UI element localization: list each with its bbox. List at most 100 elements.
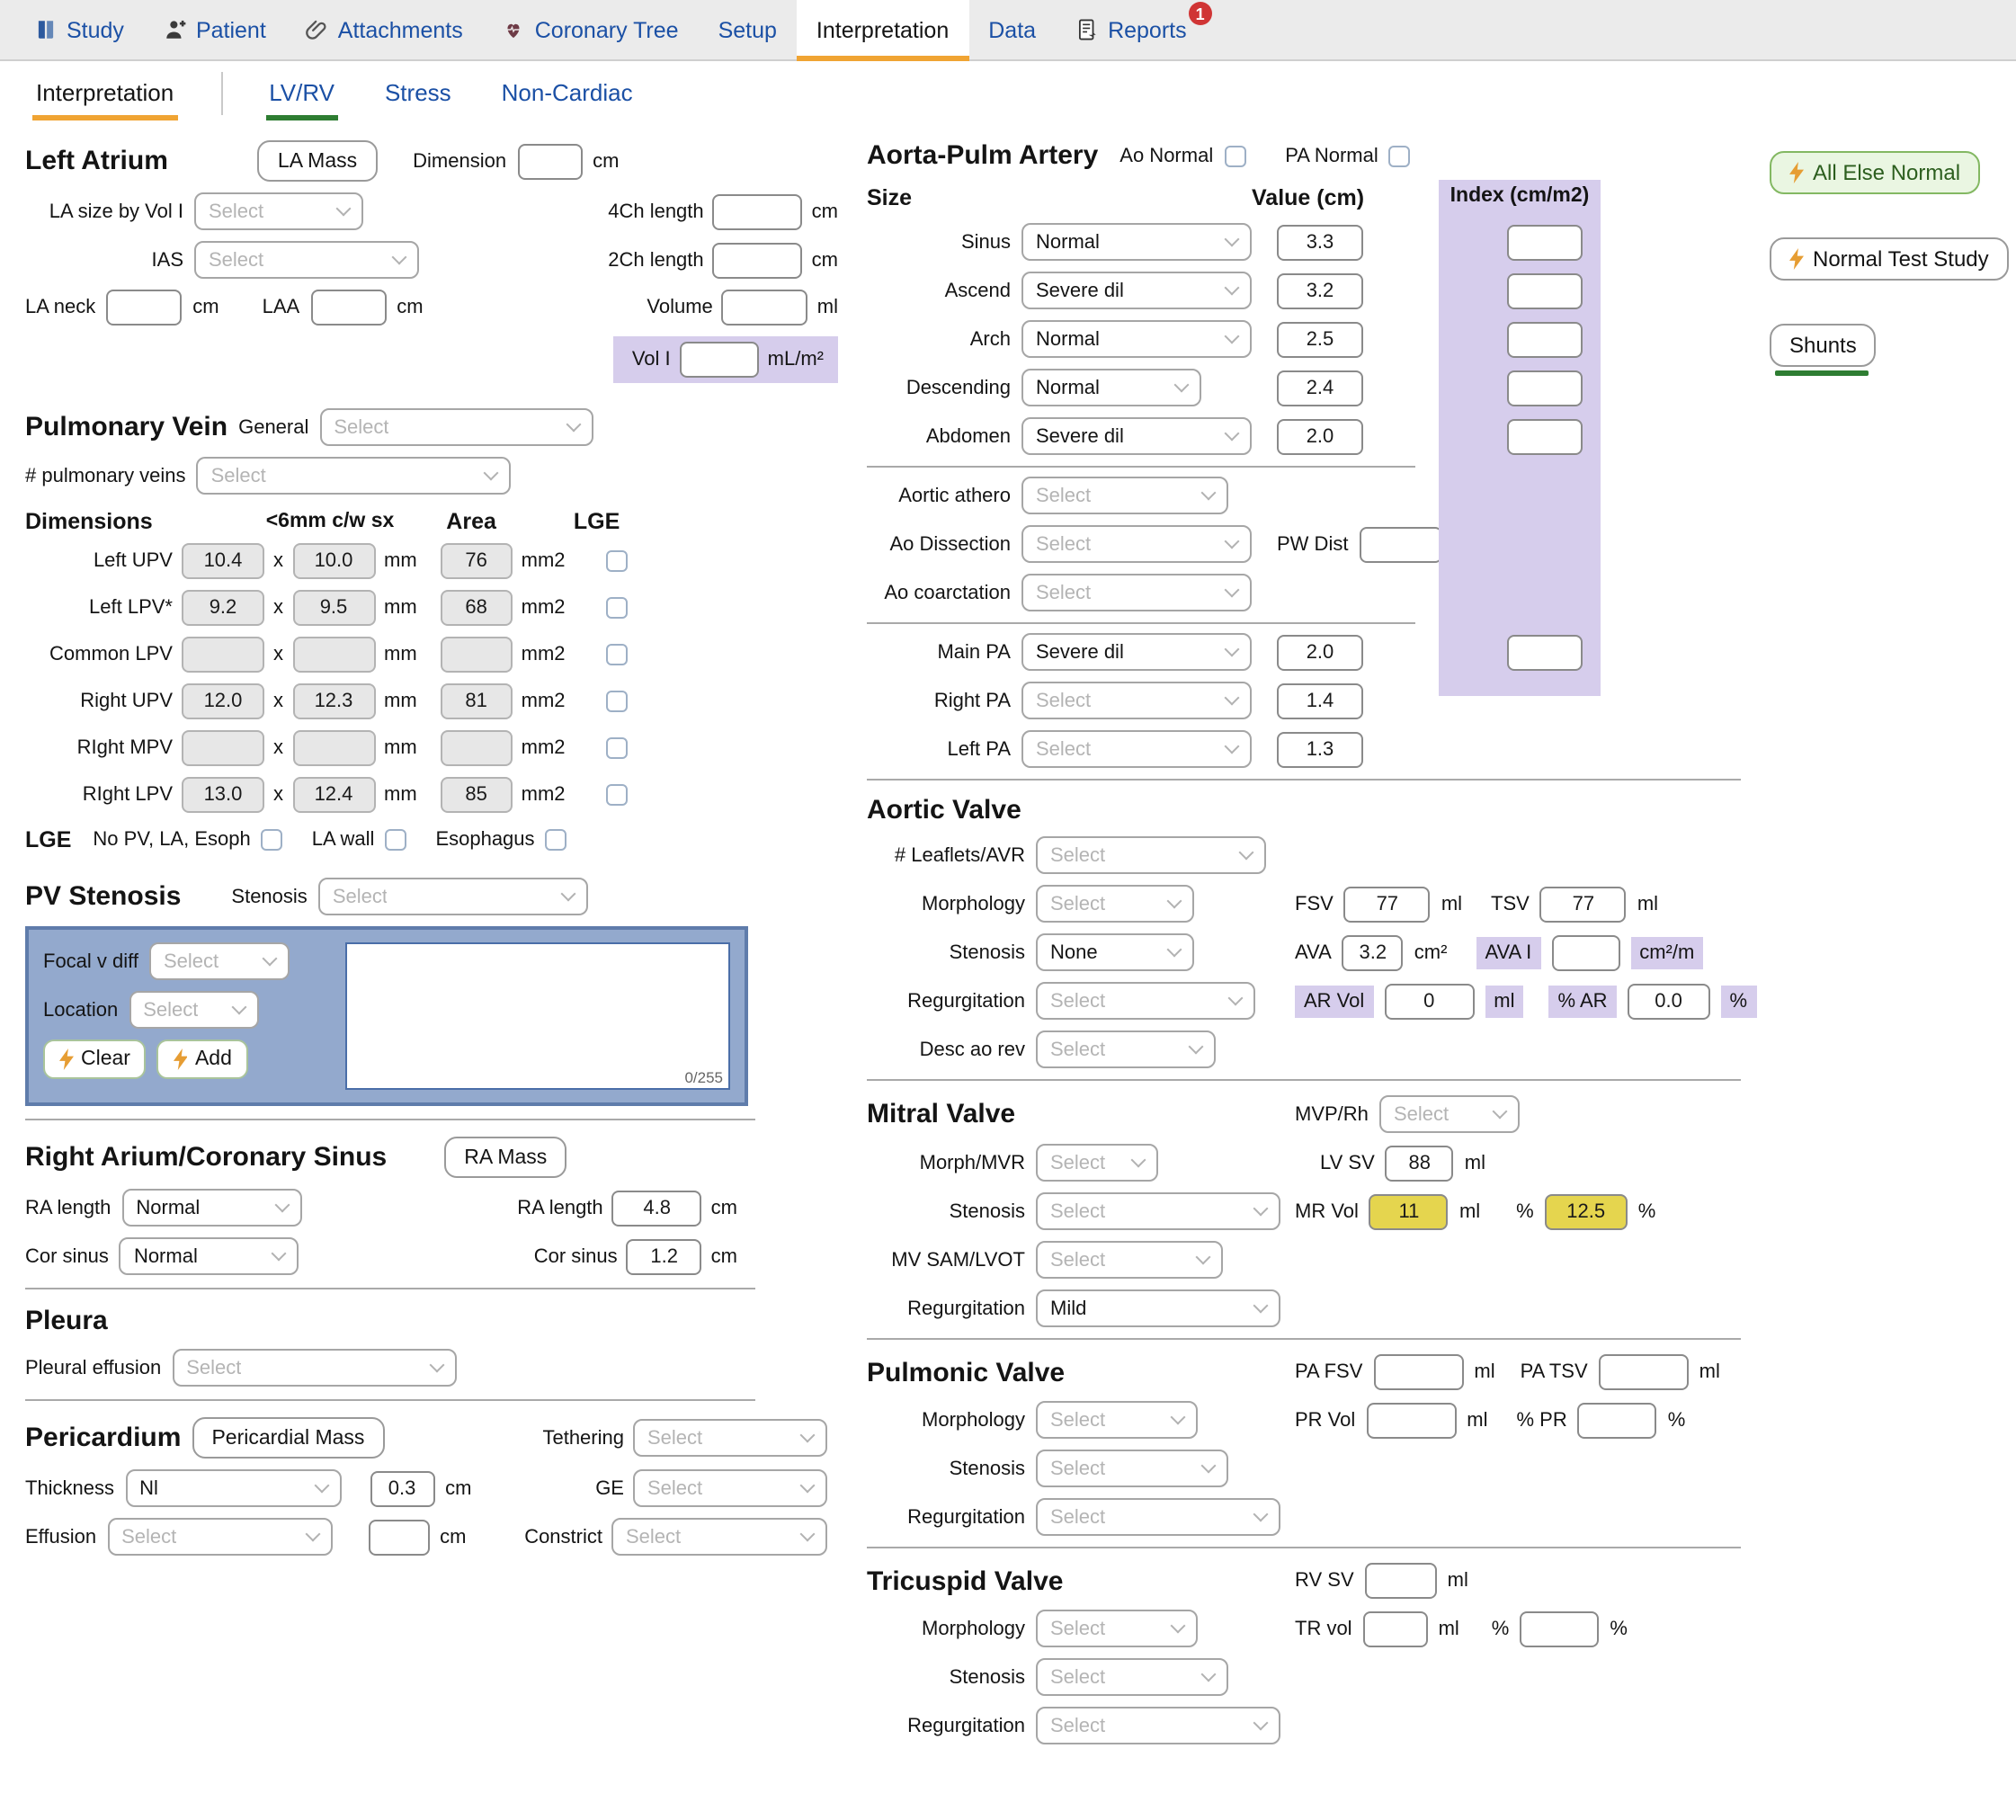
pv-regurgitation-select[interactable]: Select <box>1036 1498 1280 1536</box>
pa-normal-checkbox[interactable] <box>1389 145 1411 166</box>
thickness-select[interactable]: Nl <box>125 1469 341 1507</box>
tab-lvrv[interactable]: LV/RV <box>265 67 338 120</box>
nav-attachments[interactable]: Attachments <box>286 0 483 59</box>
mv-morph-select[interactable]: Select <box>1036 1144 1158 1182</box>
mvp-rh-select[interactable]: Select <box>1379 1095 1520 1133</box>
mr-vol-input[interactable] <box>1369 1193 1449 1229</box>
pv-stenosis-select[interactable]: Select <box>318 878 588 915</box>
arch-value-input[interactable] <box>1277 321 1363 357</box>
pv-area-input[interactable] <box>441 590 513 626</box>
arch-index-input[interactable] <box>1507 321 1583 357</box>
pv-count-select[interactable]: Select <box>197 457 512 495</box>
pv-dim2-input[interactable] <box>292 777 375 813</box>
arch-select[interactable]: Normal <box>1021 320 1252 358</box>
thickness-input[interactable] <box>370 1470 434 1506</box>
pv-dim2-input[interactable] <box>292 730 375 766</box>
cor-sinus-select[interactable]: Normal <box>120 1237 299 1275</box>
ias-select[interactable]: Select <box>194 241 419 279</box>
pct-ar-input[interactable] <box>1628 983 1710 1019</box>
aortic-athero-select[interactable]: Select <box>1021 477 1228 514</box>
cor-sinus-input[interactable] <box>627 1238 702 1274</box>
volume-input[interactable] <box>722 290 808 326</box>
ao-coarctation-select[interactable]: Select <box>1021 574 1252 611</box>
nav-setup[interactable]: Setup <box>699 0 797 59</box>
ascend-index-input[interactable] <box>1507 272 1583 308</box>
pv-dim1-input[interactable] <box>182 777 264 813</box>
tab-non-cardiac[interactable]: Non-Cardiac <box>498 67 637 120</box>
pv-area-input[interactable] <box>441 777 513 813</box>
pv-lge-checkbox[interactable] <box>607 691 629 712</box>
pleural-effusion-select[interactable]: Select <box>172 1349 456 1387</box>
pv-stenosis-notes-textarea[interactable] <box>347 944 728 1088</box>
descending-select[interactable]: Normal <box>1021 369 1201 406</box>
main-pa-select[interactable]: Severe dil <box>1021 633 1252 671</box>
lge-lawall-checkbox[interactable] <box>385 829 406 851</box>
shunts-button[interactable]: Shunts <box>1770 324 1877 367</box>
pv-dim1-input[interactable] <box>182 683 264 719</box>
pv-dim1-input[interactable] <box>182 590 264 626</box>
tethering-select[interactable]: Select <box>633 1419 827 1457</box>
tab-interpretation[interactable]: Interpretation <box>32 67 177 120</box>
la-mass-button[interactable]: LA Mass <box>258 140 377 182</box>
nav-coronary-tree[interactable]: Coronary Tree <box>483 0 699 59</box>
av-regurgitation-select[interactable]: Select <box>1036 982 1255 1020</box>
av-stenosis-select[interactable]: None <box>1036 933 1194 971</box>
tv-stenosis-select[interactable]: Select <box>1036 1658 1228 1696</box>
nav-reports[interactable]: Reports 1 <box>1056 0 1207 59</box>
laa-input[interactable] <box>310 290 386 326</box>
pv-lge-checkbox[interactable] <box>607 550 629 572</box>
left-pa-value-input[interactable] <box>1277 731 1363 767</box>
pw-dist-input[interactable] <box>1359 526 1441 562</box>
pv-dim1-input[interactable] <box>182 730 264 766</box>
nav-study[interactable]: Study <box>14 0 144 59</box>
2ch-length-input[interactable] <box>713 242 803 278</box>
lge-esophagus-checkbox[interactable] <box>546 829 567 851</box>
la-size-select[interactable]: Select <box>194 192 363 230</box>
tsv-input[interactable] <box>1540 886 1627 922</box>
la-neck-input[interactable] <box>106 290 182 326</box>
ao-normal-checkbox[interactable] <box>1224 145 1245 166</box>
main-pa-index-input[interactable] <box>1507 634 1583 670</box>
add-button[interactable]: Add <box>157 1039 248 1079</box>
clear-button[interactable]: Clear <box>43 1039 147 1079</box>
left-pa-select[interactable]: Select <box>1021 730 1252 768</box>
all-else-normal-button[interactable]: All Else Normal <box>1770 151 1980 194</box>
nav-patient[interactable]: Patient <box>144 0 286 59</box>
tv-morphology-select[interactable]: Select <box>1036 1610 1198 1647</box>
descending-value-input[interactable] <box>1277 370 1363 406</box>
pa-tsv-input[interactable] <box>1599 1354 1689 1390</box>
pv-lge-checkbox[interactable] <box>607 644 629 665</box>
pv-area-input[interactable] <box>441 637 513 673</box>
abdomen-index-input[interactable] <box>1507 418 1583 454</box>
tab-stress[interactable]: Stress <box>381 67 455 120</box>
desc-ao-rev-select[interactable]: Select <box>1036 1030 1216 1068</box>
ava-input[interactable] <box>1343 934 1404 970</box>
ar-vol-input[interactable] <box>1384 983 1474 1019</box>
pv-dim2-input[interactable] <box>292 543 375 579</box>
pv-area-input[interactable] <box>441 543 513 579</box>
sinus-select[interactable]: Normal <box>1021 223 1252 261</box>
lge-nopv-checkbox[interactable] <box>262 829 283 851</box>
pv-dim2-input[interactable] <box>292 637 375 673</box>
ra-mass-button[interactable]: RA Mass <box>444 1137 566 1178</box>
av-morphology-select[interactable]: Select <box>1036 885 1194 923</box>
pericardial-mass-button[interactable]: Pericardial Mass <box>192 1417 384 1459</box>
mr-pct-input[interactable] <box>1545 1193 1628 1229</box>
constrict-select[interactable]: Select <box>611 1518 827 1556</box>
ava-index-input[interactable] <box>1551 934 1619 970</box>
dimension-input[interactable] <box>517 143 582 179</box>
ao-dissection-select[interactable]: Select <box>1021 525 1252 563</box>
tv-regurgitation-select[interactable]: Select <box>1036 1707 1280 1744</box>
pv-dim2-input[interactable] <box>292 590 375 626</box>
mv-stenosis-select[interactable]: Select <box>1036 1192 1280 1230</box>
sinus-index-input[interactable] <box>1507 224 1583 260</box>
pv-dim1-input[interactable] <box>182 637 264 673</box>
focal-v-diff-select[interactable]: Select <box>149 942 290 980</box>
sinus-value-input[interactable] <box>1277 224 1363 260</box>
nav-interpretation[interactable]: Interpretation <box>797 0 968 61</box>
4ch-length-input[interactable] <box>713 193 803 229</box>
ascend-select[interactable]: Severe dil <box>1021 272 1252 309</box>
pv-lge-checkbox[interactable] <box>607 597 629 619</box>
pv-area-input[interactable] <box>441 730 513 766</box>
pct-pr-input[interactable] <box>1578 1402 1657 1438</box>
